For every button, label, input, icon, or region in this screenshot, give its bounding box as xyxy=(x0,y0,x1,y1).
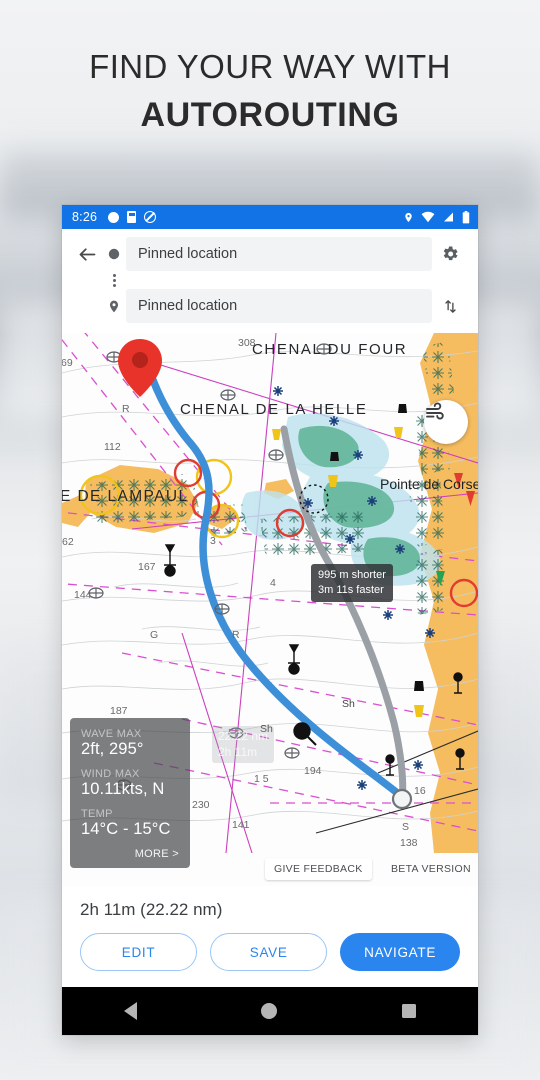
sounding-value: 194 xyxy=(304,765,322,777)
sounding-value: 1 5 xyxy=(254,773,269,785)
weather-more-link[interactable]: MORE > xyxy=(81,848,179,860)
sounding-value: G xyxy=(150,629,159,641)
sounding-value: 69 xyxy=(62,357,73,369)
sim-card-icon xyxy=(127,211,137,223)
route-action-buttons: EDIT SAVE NAVIGATE xyxy=(80,933,460,971)
headline-line-1: FIND YOUR WAY WITH xyxy=(89,48,451,85)
sounding-value: 230 xyxy=(192,799,210,811)
nav-home-circle-icon[interactable] xyxy=(261,1003,278,1019)
destination-input[interactable]: Pinned location xyxy=(126,289,432,323)
signal-icon xyxy=(444,212,453,222)
origin-row: Pinned location xyxy=(72,237,468,271)
route-tooltip-line-2: 3m 11s faster xyxy=(318,583,384,596)
nav-recents-square-icon[interactable] xyxy=(401,1004,416,1018)
origin-input[interactable]: Pinned location xyxy=(126,237,432,271)
wifi-icon xyxy=(421,211,435,223)
destination-row: Pinned location xyxy=(72,289,468,323)
sounding-value: 4 xyxy=(270,577,276,589)
sounding-value: 167 xyxy=(138,561,156,573)
route-search-header: Pinned location Pinned location xyxy=(62,229,478,333)
notification-dot-icon xyxy=(108,211,120,223)
sounding-value: 144 xyxy=(74,589,92,601)
sounding-value: 141 xyxy=(232,819,250,831)
location-icon xyxy=(405,212,412,222)
temp-label: TEMP xyxy=(81,808,113,820)
vertical-dots-icon[interactable] xyxy=(102,271,126,289)
sounding-value: S xyxy=(402,821,410,833)
route-comparison-tooltip: 995 m shorter 3m 11s faster xyxy=(311,564,393,603)
route-summary-sheet: 2h 11m (22.22 nm) EDIT SAVE NAVIGATE xyxy=(62,886,478,987)
nautical-chart-map[interactable]: CHENAL DU FOUR CHENAL DE LA HELLE E DE L… xyxy=(62,333,478,886)
sounding-value: R xyxy=(122,403,130,415)
wind-icon xyxy=(426,402,444,420)
destination-input-value: Pinned location xyxy=(138,298,238,314)
navigate-button[interactable]: NAVIGATE xyxy=(340,933,460,971)
swap-vertical-icon[interactable] xyxy=(432,297,468,316)
save-button[interactable]: SAVE xyxy=(210,933,328,971)
map-pin-icon xyxy=(102,298,126,315)
status-bar-time: 8:26 xyxy=(72,210,98,224)
headline: FIND YOUR WAY WITH AUTOROUTING xyxy=(0,46,540,138)
circle-origin-icon xyxy=(102,248,126,260)
gear-icon[interactable] xyxy=(432,244,468,264)
weather-panel[interactable]: WAVE MAX 2ft, 295° WIND MAX 10.11kts, N … xyxy=(70,718,190,868)
headline-line-2: AUTOROUTING xyxy=(140,96,400,135)
status-bar-notifications xyxy=(108,211,157,223)
status-bar: 8:26 xyxy=(62,205,478,229)
nav-back-triangle-icon[interactable] xyxy=(124,1002,138,1020)
route-connector-row xyxy=(72,271,468,289)
back-arrow-icon[interactable] xyxy=(72,244,102,265)
route-eta-text: 2h 11m (22.22 nm) xyxy=(80,900,223,919)
alt-route-duration: 2h 11m xyxy=(218,744,258,759)
edit-button[interactable]: EDIT xyxy=(80,933,198,971)
status-bar-system-icons xyxy=(403,210,470,224)
alt-route-label: 22.22 nm 2h 11m xyxy=(212,726,275,764)
origin-input-value: Pinned location xyxy=(138,246,238,262)
wind-layer-button[interactable] xyxy=(424,400,468,444)
wind-max-value: 10.11kts, N xyxy=(81,780,165,798)
beta-version-badge: BETA VERSION xyxy=(391,863,471,875)
wind-max-label: WIND MAX xyxy=(81,768,140,780)
alt-route-distance: 22.22 nm xyxy=(218,729,269,743)
sounding-value: 112 xyxy=(104,441,121,453)
sounding-value: 62 xyxy=(62,536,74,548)
sounding-value: 16 xyxy=(414,785,426,797)
wave-max-label: WAVE MAX xyxy=(81,728,142,740)
give-feedback-button[interactable]: GIVE FEEDBACK xyxy=(265,858,372,880)
do-not-disturb-icon xyxy=(144,211,157,223)
sounding-value: 308 xyxy=(238,337,256,349)
phone-mockup: 8:26 Pinned location Pinned location CHE… xyxy=(62,205,478,1035)
wave-max-value: 2ft, 295° xyxy=(81,740,144,758)
sounding-value: 3 xyxy=(210,535,216,547)
sounding-value: 138 xyxy=(400,837,418,849)
sounding-value: 187 xyxy=(110,705,128,717)
sounding-value: R xyxy=(232,629,240,641)
temp-value: 14°C - 15°C xyxy=(81,820,171,838)
route-tooltip-line-1: 995 m shorter xyxy=(318,569,386,581)
android-navigation-bar xyxy=(62,987,478,1035)
battery-icon xyxy=(462,210,470,223)
